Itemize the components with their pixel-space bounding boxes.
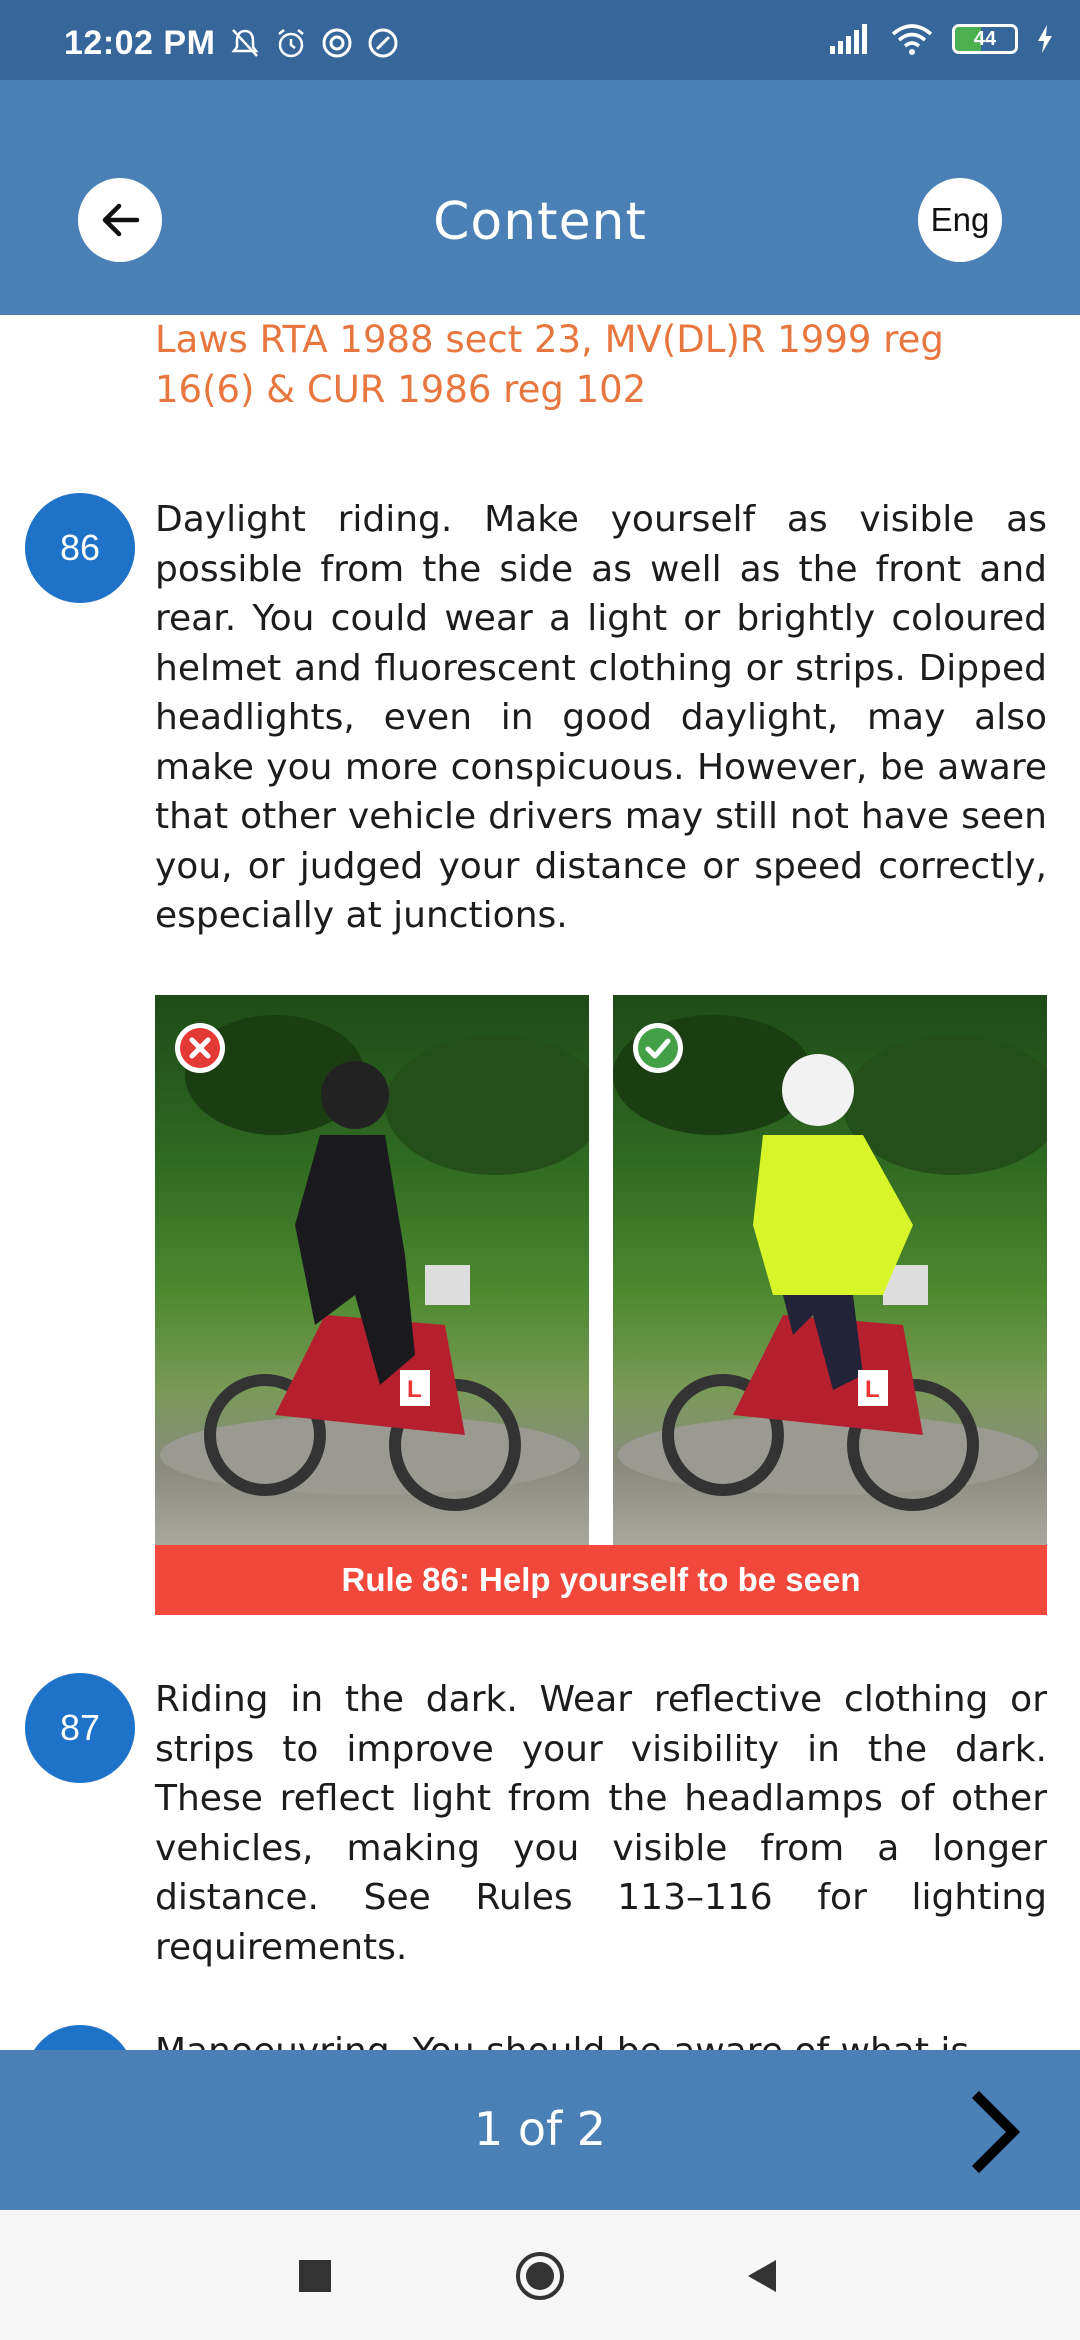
rule-text: Manoeuvring. You should be aware of what… [155,2027,1047,2050]
rule-number-badge: 86 [25,493,135,603]
wifi-icon [891,24,933,55]
status-bar: 12:02 PM 44 [0,0,1080,80]
back-triangle-icon [748,2260,776,2292]
rule-number-badge: 87 [25,1673,135,1783]
vpn-icon [366,26,400,60]
status-system-icons: 44 [828,22,1054,56]
language-button[interactable]: Eng [918,178,1002,262]
status-notification-icons [228,26,400,60]
photo-dark-clothing: L [155,995,589,1545]
charging-icon [1038,25,1052,53]
check-icon [633,1023,683,1073]
motorcyclist-bright-image: L [613,1015,1047,1511]
motorcyclist-dark-image: L [160,1015,589,1511]
mute-icon [228,26,262,60]
rule-text: Daylight riding. Make yourself as visibl… [155,499,1047,936]
status-time: 12:02 PM [64,24,216,62]
content-scroll-area[interactable]: Laws RTA 1988 sect 23, MV(DL)R 1999 reg … [0,315,1080,2050]
system-back-button[interactable] [740,2254,784,2298]
system-nav-bar [0,2210,1080,2340]
recents-button[interactable] [293,2254,337,2298]
photo-bright-clothing: L [613,995,1047,1545]
alarm-icon [274,26,308,60]
app-bar: Content Eng [0,80,1080,315]
data-saver-icon [320,26,354,60]
page-indicator: 1 of 2 [473,2102,607,2156]
law-reference: Laws RTA 1988 sect 23, MV(DL)R 1999 reg … [155,318,944,411]
cross-icon [175,1023,225,1073]
battery-icon: 44 [952,24,1018,54]
signal-icon [830,24,867,54]
rule-text: Riding in the dark. Wear reflective clot… [155,1679,1047,1968]
svg-text:L: L [865,1376,880,1403]
home-circle-icon [516,2252,564,2300]
rule-illustration: L L Rule 86: Help yourself to be seen [155,995,1047,1615]
illustration-caption: Rule 86: Help yourself to be seen [155,1545,1047,1615]
pager-bar: 1 of 2 [0,2050,1080,2210]
svg-text:L: L [407,1376,422,1403]
illustration-photos: L L [155,995,1047,1545]
home-button[interactable] [515,2251,565,2301]
next-page-button[interactable] [955,2090,1035,2175]
battery-level: 44 [973,27,997,50]
chevron-right-icon [971,2090,1021,2174]
rule-number-badge: 88 [25,2025,135,2050]
recents-square-icon [299,2260,331,2292]
